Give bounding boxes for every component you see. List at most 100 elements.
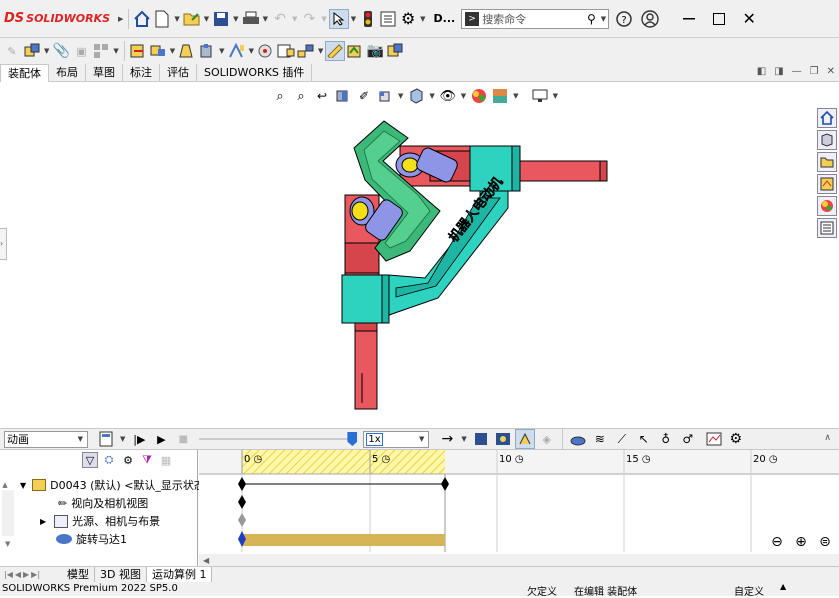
play-icon[interactable]: ▶ <box>151 429 171 449</box>
chevron-down-icon[interactable]: ▼ <box>249 47 254 55</box>
motion-timeline[interactable]: 0 ◷ 5 ◷ 10 ◷ 15 ◷ 20 ◷ ◀ ⊖ ⊕ ⊜ <box>199 450 839 566</box>
component-preview-icon[interactable]: ▣ <box>71 41 91 61</box>
add-update-key-icon[interactable]: ◈ <box>537 429 557 449</box>
home-icon[interactable] <box>132 9 152 29</box>
chevron-down-icon[interactable]: ▼ <box>321 15 326 23</box>
collapse-tree-icon[interactable]: ▦ <box>158 452 174 468</box>
motion-study-properties-icon[interactable]: ⚙ <box>726 429 746 449</box>
chevron-down-icon[interactable]: ▼ <box>120 435 125 443</box>
first-tab-icon[interactable]: |◀ <box>4 570 13 579</box>
zoom-in-time-icon[interactable]: ⊕ <box>791 532 811 552</box>
new-motion-study-icon[interactable] <box>256 41 276 61</box>
tab-model[interactable]: 模型 <box>62 566 95 583</box>
calculate-icon[interactable] <box>96 429 116 449</box>
play-from-start-icon[interactable]: |▶ <box>129 429 149 449</box>
motion-panel-close-icon[interactable]: ∧ <box>824 433 831 443</box>
show-hidden-components-icon[interactable] <box>177 41 197 61</box>
expand-collapse-icon[interactable]: ▼ <box>20 481 26 490</box>
take-snapshot-icon[interactable]: 📷 <box>365 41 385 61</box>
graphics-area[interactable]: ⌕ ⌕ ↩ ✐ ▼ ▼ 👁 ▼ ▼ ▼ › 机器人电动机 <box>0 83 839 428</box>
tree-row-motor[interactable]: 旋转马达1 <box>56 530 127 548</box>
panel-left-icon[interactable]: ◧ <box>757 66 766 77</box>
motor-icon[interactable] <box>568 429 588 449</box>
chevron-down-icon[interactable]: ▼ <box>351 15 356 23</box>
last-tab-icon[interactable]: ▶| <box>31 570 40 579</box>
force-icon[interactable]: ↖ <box>634 429 654 449</box>
exploded-view-icon[interactable] <box>296 41 316 61</box>
zoom-out-time-icon[interactable]: ⊖ <box>767 532 787 552</box>
new-document-icon[interactable] <box>152 9 172 29</box>
instant3d-ruler-icon[interactable] <box>325 41 346 61</box>
prev-tab-icon[interactable]: ◀ <box>15 570 21 579</box>
user-account-icon[interactable] <box>640 9 660 29</box>
keyframe-end[interactable] <box>441 477 449 491</box>
animation-wizard-icon[interactable] <box>493 429 513 449</box>
chevron-down-icon[interactable]: ▼ <box>204 15 209 23</box>
tab-layout[interactable]: 布局 <box>49 63 86 82</box>
stop-icon[interactable]: ■ <box>173 429 193 449</box>
tab-sketch[interactable]: 草图 <box>86 63 123 82</box>
select-arrow-icon[interactable] <box>328 8 349 29</box>
bill-of-materials-icon[interactable] <box>276 41 296 61</box>
open-folder-icon[interactable] <box>182 9 202 29</box>
maximize-icon[interactable] <box>704 9 734 29</box>
rebuild-icon[interactable] <box>358 9 378 29</box>
linear-pattern-icon[interactable] <box>91 41 111 61</box>
results-plots-icon[interactable] <box>704 429 724 449</box>
chevron-down-icon[interactable]: ▼ <box>292 15 297 23</box>
chevron-down-icon[interactable]: ▼ <box>113 47 118 55</box>
chevron-down-icon[interactable]: ▼ <box>233 15 238 23</box>
tree-row-root[interactable]: ▲ ▼ D0043 (默认) <默认_显示状态 <box>0 476 205 494</box>
insert-components-icon[interactable] <box>22 41 42 61</box>
chevron-down-icon[interactable]: ▼ <box>44 47 49 55</box>
chevron-down-icon[interactable]: ▼ <box>420 15 425 23</box>
zoom-fit-time-icon[interactable]: ⊜ <box>815 532 835 552</box>
chevron-down-icon[interactable]: ▼ <box>219 47 224 55</box>
file-properties-icon[interactable] <box>378 9 398 29</box>
tab-markup[interactable]: 标注 <box>123 63 160 82</box>
units-menu-icon[interactable]: ▲ <box>780 582 786 591</box>
chevron-down-icon[interactable]: ▼ <box>170 47 175 55</box>
options-gear-icon[interactable]: ⚙ <box>398 9 418 29</box>
edit-component-icon[interactable]: ✎ <box>2 41 22 61</box>
save-animation-icon[interactable] <box>471 429 491 449</box>
playback-speed-select[interactable]: 1x ▼ <box>363 430 430 448</box>
logo-menu-arrow-icon[interactable]: ▶ <box>118 15 123 23</box>
update-speedpak-icon[interactable] <box>345 41 365 61</box>
tab-scroll-arrows[interactable]: |◀ ◀ ▶ ▶| <box>0 567 62 583</box>
move-component-icon[interactable] <box>148 41 168 61</box>
chevron-down-icon[interactable]: ▼ <box>174 15 179 23</box>
filter-driving-icon[interactable]: ⛭ <box>101 452 117 468</box>
slider-thumb[interactable] <box>347 432 358 446</box>
chevron-down-icon[interactable]: ▼ <box>263 15 268 23</box>
study-type-select[interactable]: 动画 ▼ <box>4 430 88 448</box>
playback-mode-icon[interactable]: → <box>437 429 457 449</box>
search-input[interactable]: 搜索命令 <box>482 11 587 27</box>
tree-scroll-down-icon[interactable]: ▼ <box>5 540 10 548</box>
filter-selected-icon[interactable]: ⚙ <box>120 452 136 468</box>
autokey-icon[interactable] <box>514 429 535 449</box>
tab-evaluate[interactable]: 评估 <box>160 63 197 82</box>
mate-paperclip-icon[interactable]: 📎 <box>51 41 71 61</box>
damper-icon[interactable]: ⟋ <box>612 429 632 449</box>
solidworks-logo[interactable]: DS SOLIDWORKS <box>4 11 116 26</box>
chevron-down-icon[interactable]: ▼ <box>318 47 323 55</box>
doc-close-icon[interactable]: ✕ <box>827 66 835 77</box>
tab-assembly[interactable]: 装配体 <box>0 63 49 82</box>
tree-row-lights[interactable]: ▶ 光源、相机与布景 <box>40 512 160 530</box>
minimize-icon[interactable] <box>674 9 704 29</box>
undo-icon[interactable]: ↶ <box>270 9 290 29</box>
large-assembly-icon[interactable] <box>385 41 405 61</box>
playback-slider[interactable] <box>199 431 358 447</box>
tree-vertical-scrollbar[interactable] <box>2 490 14 536</box>
tree-scroll-up-icon[interactable]: ▲ <box>0 481 10 489</box>
timeline-hscrollbar[interactable] <box>199 554 839 566</box>
robot-arm-model[interactable]: 机器人电动机 <box>0 83 839 428</box>
spring-icon[interactable]: ≋ <box>590 429 610 449</box>
search-icon[interactable]: ⚲ <box>587 12 596 26</box>
filter-animated-icon[interactable]: ▽ <box>82 452 98 468</box>
doc-minimize-icon[interactable]: — <box>792 66 802 77</box>
print-icon[interactable] <box>241 9 261 29</box>
filter-results-icon[interactable]: ⧩ <box>139 452 155 468</box>
assembly-features-icon[interactable] <box>197 41 217 61</box>
